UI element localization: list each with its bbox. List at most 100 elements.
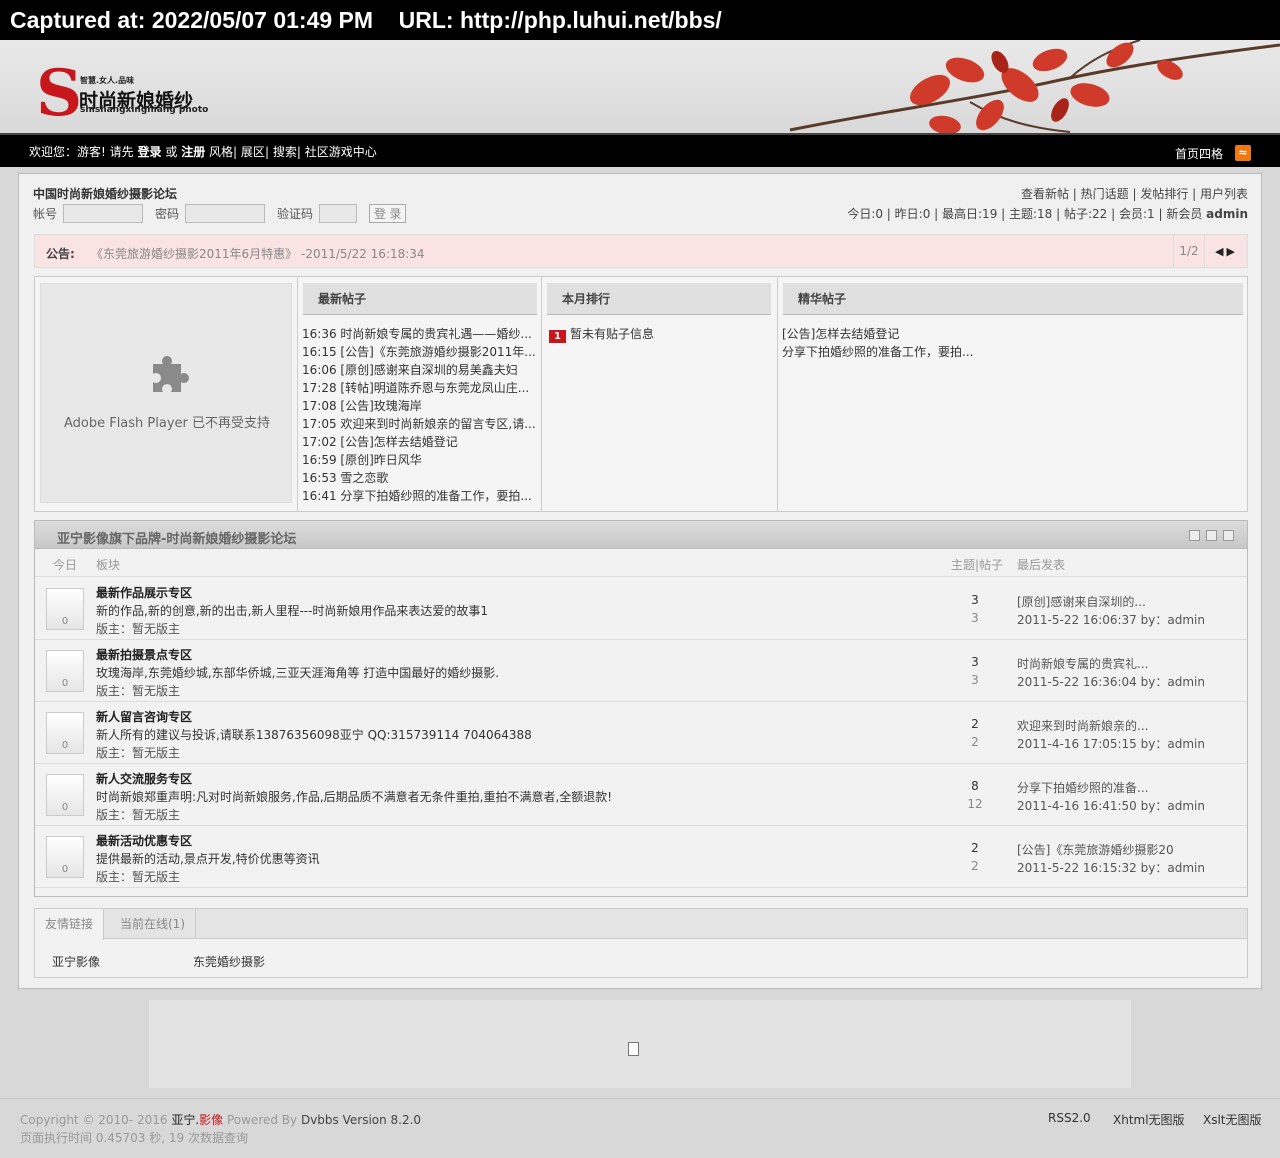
tab-online-users[interactable]: 当前在线(1)	[110, 909, 196, 939]
post-count: 3	[971, 673, 979, 687]
forum-title: 中国时尚新娘婚纱摄影论坛	[33, 187, 178, 201]
forum-name-link[interactable]: 最新拍摄景点专区	[96, 646, 192, 663]
expo-link[interactable]: 展区	[241, 145, 265, 159]
latest-post-item[interactable]: 16:15 [公告]《东莞旅游婚纱摄影2011年...	[302, 343, 536, 361]
notice-arrows-icon[interactable]: ◀▶	[1215, 245, 1238, 258]
featured-post-item[interactable]: 分享下拍婚纱照的准备工作，要拍...	[782, 343, 973, 361]
latest-posts-list: 16:36 时尚新娘专属的贵宾礼遇——婚纱... 16:15 [公告]《东莞旅游…	[302, 325, 536, 505]
last-post-link[interactable]: 时尚新娘专属的贵宾礼...	[1017, 655, 1148, 672]
post-count: 12	[967, 797, 983, 811]
copyright-line: Copyright © 2010- 2016 亚宁.影像 Powered By …	[20, 1111, 421, 1129]
forum-description: 新人所有的建议与投诉,请联系13876356098亚宁 QQ:315739114…	[96, 728, 532, 742]
forum-row: 0 最新拍摄景点专区 玫瑰海岸,东莞婚纱城,东部华侨城,三亚天涯海角等 打造中国…	[35, 640, 1247, 702]
forum-row: 0 最新作品展示专区 新的作品,新的创意,新的出击,新人里程---时尚新娘用作品…	[35, 578, 1247, 640]
capture-bar: Captured at: 2022/05/07 01:49 PM URL: ht…	[0, 0, 1280, 40]
latest-post-item[interactable]: 16:53 雪之恋歌	[302, 469, 536, 487]
featured-post-item[interactable]: [公告]怎样去结婚登记	[782, 325, 973, 343]
forum-name-link[interactable]: 新人交流服务专区	[96, 770, 192, 787]
logo-letter: S	[36, 56, 83, 131]
forum-row: 0 新人留言咨询专区 新人所有的建议与投诉,请联系13876356098亚宁 Q…	[35, 702, 1247, 764]
latest-post-item[interactable]: 17:08 [公告]玫瑰海岸	[302, 397, 536, 415]
forum-row: 0 最新活动优惠专区 提供最新的活动,景点开发,特价优惠等资讯 版主：暂无版主 …	[35, 826, 1247, 888]
last-post-info: 2011-4-16 16:41:50 by：admin	[1017, 799, 1205, 813]
game-center-link[interactable]: 社区游戏中心	[305, 145, 377, 159]
login-button[interactable]: 登 录	[369, 203, 407, 223]
close-icon[interactable]	[1223, 530, 1234, 541]
forum-board: 亚宁影像旗下品牌-时尚新娘婚纱摄影论坛 今日 板块 主题|帖子 最后发表 0 最…	[34, 520, 1248, 897]
latest-post-item[interactable]: 17:02 [公告]怎样去结婚登记	[302, 433, 536, 451]
topic-count: 2	[971, 717, 979, 731]
col-today: 今日	[53, 558, 78, 572]
post-count: 2	[971, 859, 979, 873]
register-link[interactable]: 注册	[181, 145, 205, 159]
latest-post-item[interactable]: 16:59 [原创]昨日风华	[302, 451, 536, 469]
login-link[interactable]: 登录	[138, 145, 162, 159]
forum-description: 玫瑰海岸,东莞婚纱城,东部华侨城,三亚天涯海角等 打造中国最好的婚纱摄影.	[96, 666, 500, 680]
forum-name-link[interactable]: 最新作品展示专区	[96, 584, 192, 601]
topic-count: 3	[971, 593, 979, 607]
please-text: 请先	[109, 145, 134, 159]
latest-post-item[interactable]: 16:41 分享下拍婚纱照的准备工作，要拍...	[302, 487, 536, 505]
xhtml-link[interactable]: Xhtml无图版	[1113, 1111, 1185, 1128]
forum-description: 新的作品,新的创意,新的出击,新人里程---时尚新娘用作品来表达爱的故事1	[96, 604, 489, 618]
notice-title-link[interactable]: 《东莞旅游婚纱摄影2011年6月特惠》	[91, 247, 297, 261]
logo-subtitle: shishangxingniang photo	[80, 105, 209, 115]
top-links[interactable]: 查看新帖 | 热门话题 | 发帖排行 | 用户列表	[1021, 185, 1248, 202]
version-link[interactable]: Dvbbs Version 8.2.0	[301, 1113, 421, 1127]
rss-link[interactable]: RSS2.0	[1048, 1111, 1091, 1125]
latest-post-item[interactable]: 17:05 欢迎来到时尚新娘亲的留言专区,请...	[302, 415, 536, 433]
copyright-text: Copyright © 2010- 2016	[20, 1113, 172, 1127]
rss-icon[interactable]: ≈	[1235, 145, 1251, 161]
notice-time: -2011/5/22 16:18:34	[297, 247, 425, 261]
topic-count: 8	[971, 779, 979, 793]
footer-divider	[0, 1098, 1280, 1099]
xslt-link[interactable]: Xslt无图版	[1203, 1111, 1262, 1128]
friend-link[interactable]: 东莞婚纱摄影	[193, 953, 265, 970]
password-label: 密码	[155, 206, 180, 221]
broken-image-icon	[628, 1042, 639, 1056]
captcha-input[interactable]	[319, 203, 358, 223]
style-link[interactable]: 风格	[209, 145, 233, 159]
exec-time: 页面执行时间 0.45703 秒, 19 次数据查询	[20, 1131, 248, 1145]
forum-name-link[interactable]: 最新活动优惠专区	[96, 832, 192, 849]
brand-link[interactable]: 亚宁.影像	[171, 1113, 223, 1127]
search-link[interactable]: 搜索	[273, 145, 297, 159]
account-input[interactable]	[63, 203, 144, 223]
notice-label: 公告:	[46, 247, 75, 261]
forum-name-link[interactable]: 新人留言咨询专区	[96, 708, 192, 725]
powered-text: Powered By	[223, 1113, 301, 1127]
today-count: 0	[61, 740, 69, 751]
latest-post-item[interactable]: 16:36 时尚新娘专属的贵宾礼遇——婚纱...	[302, 325, 536, 343]
home-style-link[interactable]: 首页四格	[1175, 145, 1223, 162]
friend-link[interactable]: 亚宁影像	[52, 953, 100, 970]
last-post-info: 2011-4-16 17:05:15 by：admin	[1017, 737, 1205, 751]
today-count: 0	[61, 802, 69, 813]
monthly-rank-list: 1 暂未有贴子信息	[549, 325, 654, 343]
tab-friend-links[interactable]: 友情链接	[35, 909, 105, 940]
monthly-rank-panel: 本月排行 1 暂未有贴子信息	[541, 277, 777, 511]
notice-bar: 公告: 《东莞旅游婚纱摄影2011年6月特惠》 -2011/5/22 16:18…	[34, 234, 1248, 268]
main-wrapper: 中国时尚新娘婚纱摄影论坛 帐号 密码 验证码 登 录 查看新帖 | 热门话题 |…	[18, 173, 1262, 989]
last-post-link[interactable]: 欢迎来到时尚新娘亲的...	[1017, 717, 1148, 734]
stats-text: 今日:0 | 昨日:0 | 最高日:19 | 主题:18 | 帖子:22 | 会…	[847, 207, 1207, 221]
latest-posts-panel: 最新帖子 16:36 时尚新娘专属的贵宾礼遇——婚纱... 16:15 [公告]…	[297, 277, 537, 511]
last-post-link[interactable]: [公告]《东莞旅游婚纱摄影20	[1017, 841, 1174, 858]
restore-icon[interactable]	[1206, 530, 1217, 541]
account-label: 帐号	[33, 206, 58, 221]
latest-post-item[interactable]: 16:06 [原创]感谢来自深圳的易美鑫夫妇	[302, 361, 536, 379]
forum-status-icon: 0	[46, 712, 84, 754]
ad-placeholder	[149, 1000, 1131, 1088]
minimize-icon[interactable]	[1189, 530, 1200, 541]
topic-count: 2	[971, 841, 979, 855]
welcome-text: 欢迎您：	[29, 145, 78, 159]
topic-count: 3	[971, 655, 979, 669]
latest-post-item[interactable]: 17:28 [转帖]明道陈乔恩与东莞龙凤山庄...	[302, 379, 536, 397]
branch-decoration-icon	[789, 40, 1280, 133]
password-input[interactable]	[185, 203, 266, 223]
last-post-info: 2011-5-22 16:06:37 by：admin	[1017, 613, 1205, 627]
last-post-link[interactable]: 分享下拍婚纱照的准备...	[1017, 779, 1148, 796]
last-post-link[interactable]: [原创]感谢来自深圳的...	[1017, 593, 1146, 610]
board-header: 亚宁影像旗下品牌-时尚新娘婚纱摄影论坛	[35, 521, 1247, 549]
new-member-link[interactable]: admin	[1206, 207, 1248, 221]
board-column-headers: 今日 板块 主题|帖子 最后发表	[35, 549, 1247, 577]
